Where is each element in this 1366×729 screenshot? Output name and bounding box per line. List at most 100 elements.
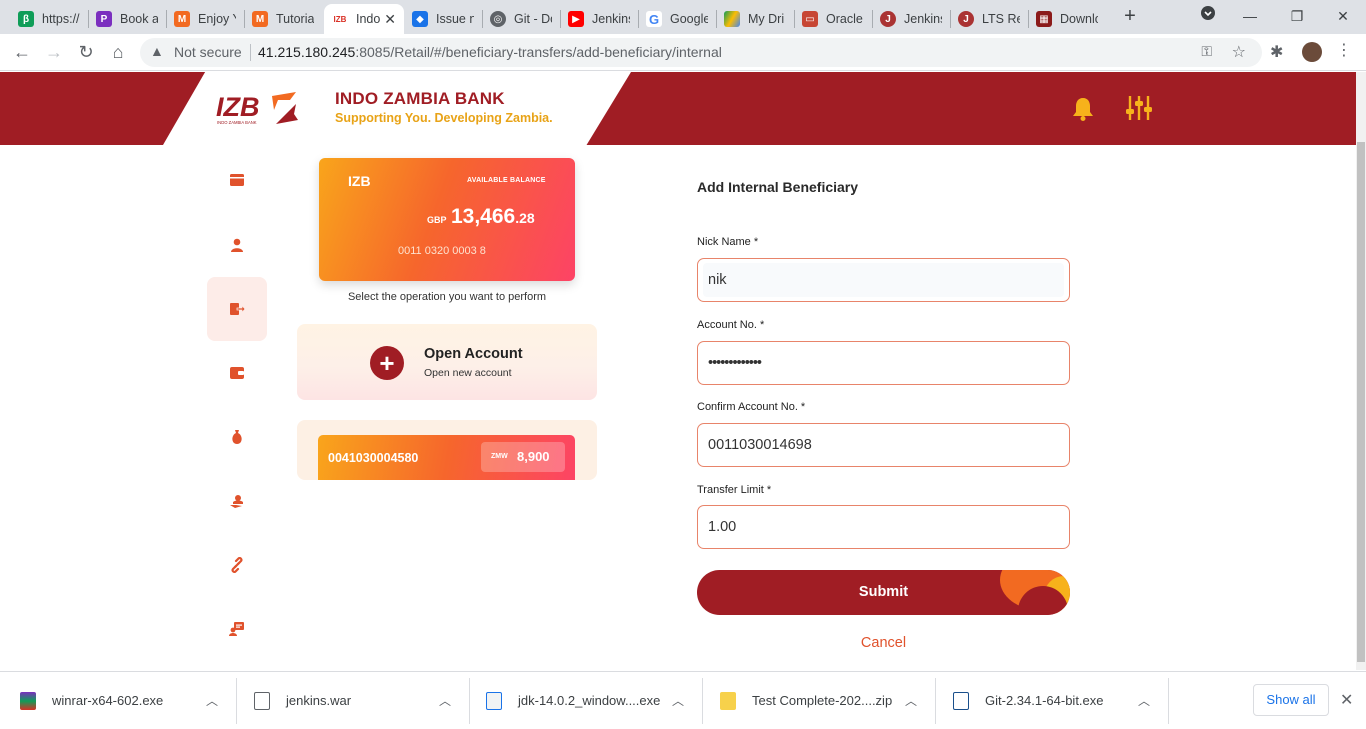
notification-bell-icon[interactable] — [1070, 96, 1096, 122]
download-options[interactable]: ︿ — [439, 672, 459, 729]
bookmark-star-icon[interactable]: ☆ — [1232, 42, 1246, 62]
download-options[interactable]: ︿ — [1138, 672, 1158, 729]
tab-favicon-icon: ◎ — [490, 11, 506, 27]
browser-tab[interactable]: M Enjoy Y — [166, 4, 242, 34]
card-brand: IZB — [348, 173, 371, 189]
installer-file-icon — [953, 691, 969, 710]
browser-tab[interactable]: G Google — [638, 4, 714, 34]
browser-tab[interactable]: My Dri — [716, 4, 792, 34]
tab-favicon-icon: IZB — [332, 11, 348, 27]
close-window-icon[interactable]: ✕ — [1333, 4, 1353, 28]
sidenav-item-messages[interactable] — [207, 597, 267, 661]
bank-name: INDO ZAMBIA BANK — [335, 89, 505, 108]
link-icon — [231, 557, 243, 573]
account-number: 0041030004580 — [328, 451, 419, 465]
close-downloads-icon[interactable]: ✕ — [1340, 690, 1353, 710]
account-number-label: Account No. * — [697, 319, 765, 331]
downloads-bar: winrar-x64-602.exe ︿ jenkins.war ︿ jdk-1… — [0, 671, 1366, 728]
forward-icon[interactable]: → — [44, 42, 64, 62]
browser-menu-icon[interactable]: ⋮ — [1336, 40, 1352, 60]
download-item[interactable]: jdk-14.0.2_window....exe — [486, 672, 660, 729]
sidenav-item-support[interactable] — [207, 469, 267, 533]
sidenav-item-links[interactable] — [207, 533, 267, 597]
header-banner: IZB INDO ZAMBIA BANK INDO ZAMBIA BANK Su… — [0, 72, 1356, 145]
cancel-link[interactable]: Cancel — [697, 635, 1070, 651]
tab-favicon-icon: ▦ — [1036, 11, 1052, 27]
transfer-limit-label: Transfer Limit * — [697, 484, 772, 496]
show-all-downloads-button[interactable]: Show all — [1253, 684, 1329, 716]
chevron-up-icon: ︿ — [1138, 694, 1151, 708]
available-balance-label: AVAILABLE BALANCE — [467, 177, 546, 184]
archive-file-icon — [20, 691, 36, 710]
sidenav-item-wallet[interactable] — [207, 341, 267, 405]
user-icon — [231, 238, 243, 252]
close-tab-icon[interactable]: ✕ — [384, 11, 396, 28]
download-options[interactable]: ︿ — [672, 672, 692, 729]
tab-favicon-icon: G — [646, 11, 662, 27]
browser-tab[interactable]: P Book a — [88, 4, 164, 34]
chevron-up-icon: ︿ — [672, 694, 685, 708]
download-item[interactable]: Git-2.34.1-64-bit.exe — [953, 672, 1104, 729]
minimize-icon[interactable]: — — [1240, 4, 1260, 28]
page-scrollbar-thumb[interactable] — [1357, 142, 1365, 662]
key-icon[interactable]: ⚿ — [1201, 43, 1212, 60]
chevron-up-icon: ︿ — [206, 694, 219, 708]
chevron-up-icon: ︿ — [439, 694, 452, 708]
extensions-icon[interactable]: ✱ — [1270, 42, 1283, 62]
download-item[interactable]: Test Complete-202....zip — [720, 672, 892, 729]
download-options[interactable]: ︿ — [206, 672, 226, 729]
file-icon — [254, 691, 270, 710]
sidenav-item-savings[interactable] — [207, 405, 267, 469]
nick-name-input[interactable]: nik — [697, 258, 1070, 302]
download-options[interactable]: ︿ — [905, 672, 925, 729]
browser-tab[interactable]: β https:// — [10, 4, 86, 34]
card-icon — [230, 174, 244, 186]
card-account-number: 0011 0320 0003 8 — [398, 245, 486, 257]
balance-amount: GBP 13,466.28 — [427, 205, 535, 228]
sidenav-item-transfers[interactable] — [207, 277, 267, 341]
account-balance-badge: ZMW 8,900 — [481, 442, 565, 472]
chat-icon — [229, 622, 244, 636]
new-tab-icon[interactable]: + — [1120, 6, 1140, 26]
browser-tab[interactable]: J Jenkins — [872, 4, 948, 34]
submit-button[interactable]: Submit — [697, 570, 1070, 615]
page-content: IZB INDO ZAMBIA BANK INDO ZAMBIA BANK Su… — [0, 72, 1356, 670]
hand-user-icon — [230, 495, 243, 508]
tab-favicon-icon: M — [252, 11, 268, 27]
browser-tab[interactable]: ◆ Issue n — [404, 4, 480, 34]
download-item[interactable]: winrar-x64-602.exe — [20, 672, 163, 729]
confirm-account-input[interactable]: 0011030014698 — [697, 423, 1070, 467]
account-card[interactable]: 0041030004580 ZMW 8,900 — [318, 435, 575, 480]
settings-sliders-icon[interactable] — [1126, 94, 1152, 122]
browser-tab[interactable]: J LTS Rel — [950, 4, 1026, 34]
transfer-icon — [230, 303, 245, 315]
url-text[interactable]: 41.215.180.245:8085/Retail/#/beneficiary… — [258, 44, 722, 60]
download-item[interactable]: jenkins.war — [254, 672, 351, 729]
browser-tab-strip: β https:// P Book a M Enjoy Y M Tutorial… — [0, 0, 1366, 34]
sidenav-item-profile[interactable] — [207, 213, 267, 277]
browser-tab[interactable]: ◎ Git - Do — [482, 4, 558, 34]
back-icon[interactable]: ← — [12, 42, 32, 62]
tab-favicon-icon — [724, 11, 740, 27]
account-list-item[interactable]: 0041030004580 ZMW 8,900 — [297, 420, 597, 480]
open-account-button[interactable]: + Open Account Open new account — [297, 324, 597, 400]
account-number-input[interactable]: ••••••••••••• — [697, 341, 1070, 385]
browser-tab[interactable]: ▭ Oracle — [794, 4, 870, 34]
izb-logo: IZB INDO ZAMBIA BANK — [216, 92, 298, 125]
browser-tab[interactable]: ▶ Jenkins — [560, 4, 636, 34]
home-icon[interactable]: ⌂ — [108, 42, 128, 62]
tab-search-icon[interactable] — [1198, 4, 1218, 28]
address-bar[interactable]: ▲ Not secure 41.215.180.245:8085/Retail/… — [140, 38, 1262, 67]
browser-tab-active[interactable]: IZB Indo ✕ — [324, 4, 404, 34]
browser-toolbar: ← → ↻ ⌂ ▲ Not secure 41.215.180.245:8085… — [0, 34, 1366, 71]
browser-tab[interactable]: ▦ Downlo — [1028, 4, 1104, 34]
sidenav-item-cards[interactable] — [207, 148, 267, 212]
balance-card[interactable]: IZB AVAILABLE BALANCE GBP 13,466.28 0011… — [319, 158, 575, 281]
transfer-limit-input[interactable]: 1.00 — [697, 505, 1070, 549]
browser-tab[interactable]: M Tutorial — [244, 4, 320, 34]
restore-icon[interactable]: ❐ — [1287, 4, 1307, 28]
profile-avatar[interactable] — [1302, 42, 1322, 62]
reload-icon[interactable]: ↻ — [76, 42, 96, 62]
security-status[interactable]: Not secure — [174, 44, 242, 60]
open-account-subtitle: Open new account — [424, 367, 512, 379]
